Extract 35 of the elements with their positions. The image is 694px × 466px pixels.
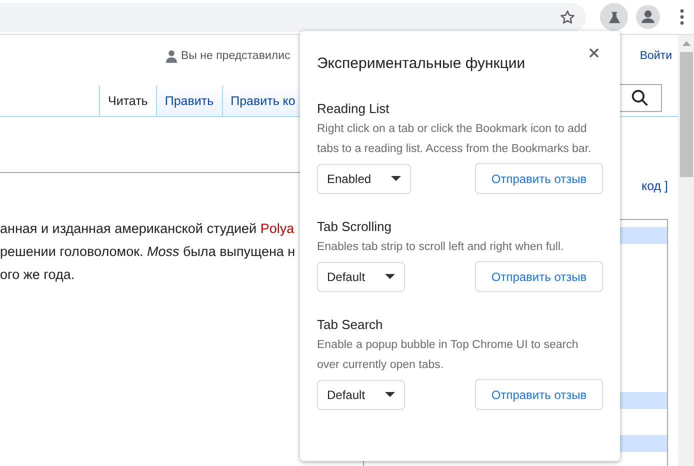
avatar-icon xyxy=(636,5,660,29)
caret-icon xyxy=(385,392,396,397)
login-link[interactable]: Войти xyxy=(640,50,672,62)
search-icon xyxy=(631,89,649,107)
feature-description: Enable a popup bubble in Top Chrome UI to search over currently open tabs. xyxy=(317,338,580,373)
popup-title: Экспериментальные функции xyxy=(317,55,526,72)
search-field[interactable] xyxy=(619,84,662,112)
flask-button[interactable] xyxy=(600,3,628,31)
scrollbar-thumb[interactable] xyxy=(680,52,692,177)
article-text: решении головоломок. Moss была выпущена н xyxy=(0,243,296,261)
state-dropdown[interactable]: Default xyxy=(317,380,406,410)
article-text: анная и изданная американской студией Polya xyxy=(0,220,294,238)
feedback-button[interactable]: Отправить отзыв xyxy=(475,379,603,410)
feature-name: Tab Search xyxy=(317,316,384,334)
profile-button[interactable] xyxy=(634,3,662,31)
scrollbar[interactable] xyxy=(678,35,694,466)
user-icon xyxy=(166,50,177,62)
page-tab[interactable]: Править xyxy=(156,86,222,116)
close-icon[interactable] xyxy=(589,48,599,58)
edit-source-link[interactable]: код ] xyxy=(641,179,668,193)
feature-description: Right click on a tab or click the Bookmark icon to add tabs to a reading list. Access from the Bookmarks bar. xyxy=(317,122,592,157)
feature-name: Reading List xyxy=(317,100,390,118)
feature-description: Enables tab strip to scroll left and right when full. xyxy=(317,240,565,255)
menu-icon[interactable] xyxy=(680,9,684,25)
caret-icon xyxy=(391,176,402,181)
article-text: ого же года. xyxy=(0,266,75,284)
feedback-button[interactable]: Отправить отзыв xyxy=(475,261,603,292)
caret-icon xyxy=(385,274,396,279)
feature-name: Tab Scrolling xyxy=(317,218,392,236)
state-dropdown[interactable]: Default xyxy=(317,262,406,292)
star-icon[interactable] xyxy=(559,8,576,26)
feedback-button[interactable]: Отправить отзыв xyxy=(475,163,603,194)
state-dropdown[interactable]: Enabled xyxy=(317,164,412,194)
flask-icon xyxy=(606,10,622,24)
user-status: Вы не представилис xyxy=(181,50,290,62)
